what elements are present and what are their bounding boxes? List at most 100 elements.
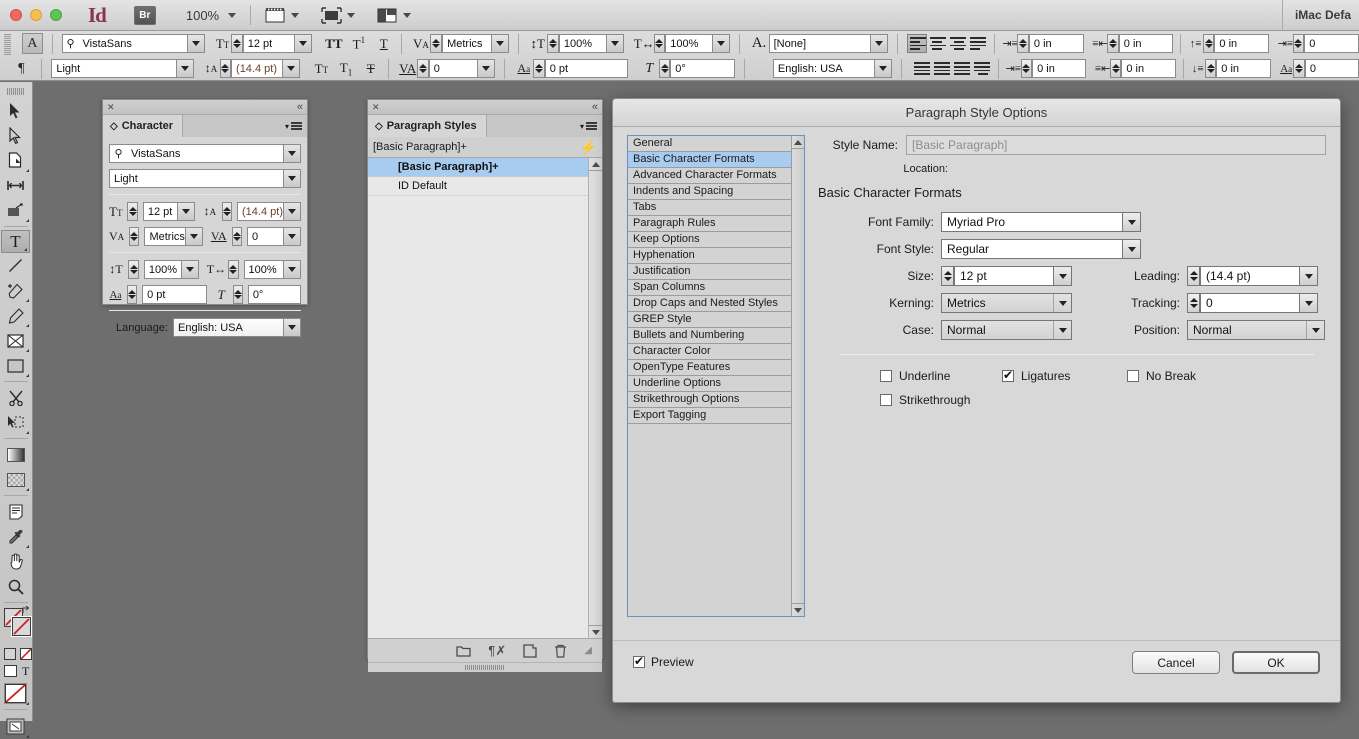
tracking-field[interactable]: 0: [428, 59, 496, 78]
character-vertical-scale-field[interactable]: 100%: [143, 260, 199, 279]
category-item[interactable]: General: [628, 136, 791, 152]
category-item[interactable]: Advanced Character Formats: [628, 168, 791, 184]
tracking-stepper[interactable]: [417, 59, 429, 78]
category-item[interactable]: Underline Options: [628, 376, 791, 392]
note-tool[interactable]: [0, 499, 31, 524]
leading-input[interactable]: (14.4 pt): [1200, 266, 1318, 286]
bridge-icon[interactable]: Br: [133, 5, 156, 25]
leading-field[interactable]: (14.4 pt): [231, 59, 300, 78]
character-font-style-field[interactable]: Light: [109, 169, 301, 188]
tracking-stepper[interactable]: [1187, 293, 1200, 313]
stroke-swatch[interactable]: [11, 616, 32, 637]
scroll-down-button[interactable]: [792, 603, 804, 616]
character-tracking-field[interactable]: 0: [246, 227, 301, 246]
character-tracking-stepper[interactable]: [231, 227, 242, 246]
chevron-down-icon[interactable]: [1299, 267, 1317, 285]
maximize-window-button[interactable]: [50, 9, 62, 21]
scroll-down-button[interactable]: [589, 625, 602, 638]
strikethrough-icon[interactable]: T: [362, 61, 379, 77]
last-line-indent-field[interactable]: 0 in: [1121, 59, 1176, 78]
chevron-down-icon[interactable]: [606, 35, 624, 52]
size-stepper[interactable]: [941, 266, 954, 286]
selection-tool[interactable]: [0, 98, 31, 123]
font-size-field[interactable]: 12 pt: [242, 34, 312, 53]
view-options-dropdown[interactable]: [265, 7, 300, 24]
small-caps-icon[interactable]: TT: [313, 61, 330, 77]
right-indent-stepper[interactable]: [1107, 34, 1119, 53]
chevron-down-icon[interactable]: [1299, 294, 1317, 312]
character-skew-field[interactable]: 0°: [247, 285, 301, 304]
align-right-button[interactable]: [947, 34, 967, 53]
quick-apply-lightning-icon[interactable]: ⚡: [580, 139, 597, 156]
superscript-icon[interactable]: T1: [350, 35, 367, 52]
justify-last-center-button[interactable]: [911, 59, 931, 78]
tab-paragraph-styles[interactable]: ◇ Paragraph Styles: [368, 115, 487, 137]
align-center-button[interactable]: [927, 34, 947, 53]
eyedropper-tool[interactable]: [0, 524, 31, 549]
category-item[interactable]: Strikethrough Options: [628, 392, 791, 408]
page-tool[interactable]: [0, 148, 31, 173]
formatting-affects-frame-icon[interactable]: [4, 665, 17, 677]
strikethrough-checkbox[interactable]: Strikethrough: [880, 393, 970, 407]
vertical-scale-stepper[interactable]: [547, 34, 559, 53]
category-item[interactable]: Basic Character Formats: [628, 152, 791, 168]
vertical-scale-field[interactable]: 100%: [558, 34, 625, 53]
character-panel-menu-button[interactable]: ▾: [285, 115, 307, 137]
right-indent-field[interactable]: 0 in: [1118, 34, 1174, 53]
checkbox-box[interactable]: [1127, 370, 1139, 382]
styles-list-scrollbar[interactable]: [588, 158, 602, 638]
formatting-affects-text-icon[interactable]: T: [22, 664, 29, 679]
chevron-down-icon[interactable]: [184, 228, 202, 245]
character-baseline-shift-stepper[interactable]: [127, 285, 138, 304]
category-item[interactable]: Bullets and Numbering: [628, 328, 791, 344]
skew-stepper[interactable]: [658, 59, 671, 78]
screen-mode-dropdown[interactable]: [321, 6, 356, 24]
chevron-down-icon[interactable]: [281, 60, 299, 77]
align-left-button[interactable]: [907, 34, 928, 53]
ok-button[interactable]: OK: [1232, 651, 1320, 674]
font-style-select[interactable]: Regular: [941, 239, 1141, 259]
subscript-icon[interactable]: T1: [337, 60, 354, 78]
baseline-shift-field[interactable]: 0 pt: [544, 59, 629, 78]
style-name-input[interactable]: [Basic Paragraph]: [906, 135, 1326, 155]
character-font-family-field[interactable]: ⚲ VistaSans: [109, 144, 301, 163]
list-item[interactable]: [Basic Paragraph]+: [368, 158, 588, 177]
line-tool[interactable]: [0, 253, 31, 278]
category-item[interactable]: Drop Caps and Nested Styles: [628, 296, 791, 312]
chevron-down-icon[interactable]: [477, 60, 495, 77]
chevron-down-icon[interactable]: [491, 35, 509, 52]
preview-checkbox[interactable]: Preview: [633, 654, 694, 669]
formatting-affects-row[interactable]: [0, 646, 32, 662]
close-window-button[interactable]: [10, 9, 22, 21]
font-style-field[interactable]: Light: [51, 59, 194, 78]
character-leading-stepper[interactable]: [221, 202, 233, 221]
category-item[interactable]: Export Tagging: [628, 408, 791, 424]
kerning-field[interactable]: Metrics: [442, 34, 510, 53]
justify-all-button[interactable]: [951, 59, 971, 78]
pen-tool[interactable]: [0, 278, 31, 303]
delete-style-icon[interactable]: [554, 644, 567, 658]
zoom-level-dropdown[interactable]: 100%: [186, 8, 237, 23]
underline-checkbox[interactable]: Underline: [880, 369, 1002, 383]
chevron-down-icon[interactable]: [1306, 321, 1324, 339]
all-caps-icon[interactable]: TT: [325, 36, 342, 52]
character-skew-stepper[interactable]: [232, 285, 243, 304]
font-family-field[interactable]: ⚲ VistaSans: [61, 34, 206, 53]
space-before-stepper[interactable]: [1202, 34, 1215, 53]
tools-drag-grip[interactable]: [7, 88, 25, 95]
category-scrollbar[interactable]: [791, 136, 804, 616]
chevron-down-icon[interactable]: [283, 145, 300, 162]
chevron-down-icon[interactable]: [283, 261, 301, 278]
formatting-affects-container-icon[interactable]: [4, 648, 16, 660]
chevron-down-icon[interactable]: [293, 35, 311, 52]
kerning-stepper[interactable]: [430, 34, 443, 53]
formatting-target-row[interactable]: T: [0, 662, 32, 680]
paragraph-formatting-button[interactable]: ¶: [11, 58, 31, 79]
panel-drag-grip[interactable]: [4, 34, 11, 56]
leading-stepper[interactable]: [1187, 266, 1200, 286]
character-leading-field[interactable]: (14.4 pt): [237, 202, 301, 221]
drop-cap-chars-stepper[interactable]: [1293, 59, 1305, 78]
swap-fill-stroke-icon[interactable]: [22, 606, 31, 615]
paragraph-styles-menu-button[interactable]: ▾: [580, 115, 602, 137]
resize-grip-icon[interactable]: ◢: [584, 645, 592, 656]
